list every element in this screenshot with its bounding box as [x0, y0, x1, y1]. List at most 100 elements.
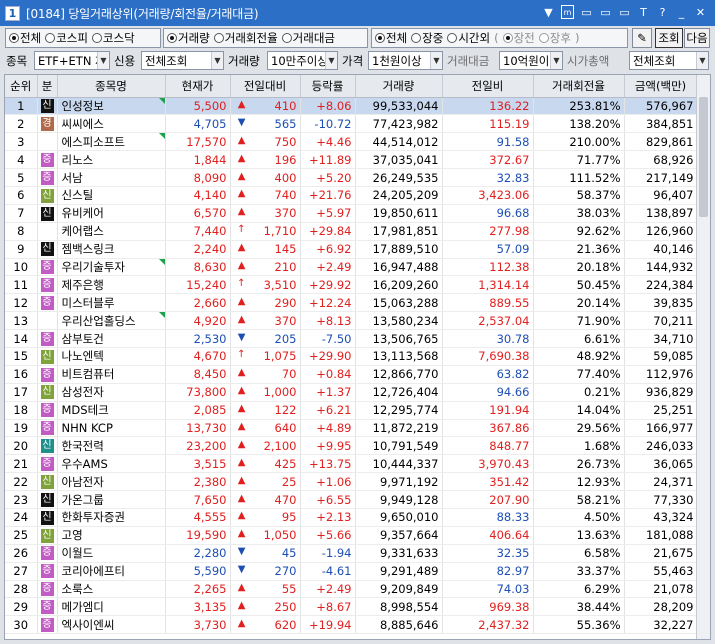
stock-name-cell[interactable]: MDS테크	[57, 401, 166, 420]
item-select[interactable]: ETF+ETN 제 ▼	[34, 51, 110, 70]
table-row[interactable]: 29 증 메가엠디 3,135 ▲ 250 +8.67 8,998,554 969.38 38.4…	[5, 597, 698, 617]
copy-icon[interactable]: ▭	[618, 5, 631, 19]
table-row[interactable]: 2 경 씨씨에스 4,705 ▼ 565 -10.72 77,423,982 115.19 138…	[5, 114, 698, 134]
stock-name-cell[interactable]: 나노엔텍	[57, 347, 166, 366]
table-row[interactable]: 26 증 이월드 2,280 ▼ 45 -1.94 9,331,633 32.35 6.58% 21…	[5, 544, 698, 563]
stock-name-cell[interactable]: 코리아에프티	[57, 562, 166, 581]
stock-name-cell[interactable]: 소룩스	[57, 580, 166, 599]
volume-select[interactable]: 10만주이상 ▼	[267, 51, 338, 70]
table-row[interactable]: 9 신 젬백스링크 2,240 ▲ 145 +6.92 17,889,510 57.09 21.3…	[5, 240, 698, 259]
table-row[interactable]: 28 증 소룩스 2,265 ▲ 55 +2.49 9,209,849 74.03 6.29% 21…	[5, 580, 698, 599]
session-radio-all[interactable]: 전체	[375, 30, 407, 46]
stock-name-cell[interactable]: 아남전자	[57, 472, 166, 492]
table-row[interactable]: 23 신 가온그룹 7,650 ▲ 470 +6.55 9,949,128 207.90 58.2…	[5, 490, 698, 509]
credit-select[interactable]: 전체조회 ▼	[141, 51, 224, 70]
col-header-change[interactable]: 전일대비	[230, 75, 301, 98]
stock-name-cell[interactable]: 엑사이엔씨	[57, 615, 166, 635]
table-row[interactable]: 14 증 삼부토건 2,530 ▼ 205 -7.50 13,506,765 30.78 6.61…	[5, 329, 698, 348]
table-row[interactable]: 18 증 MDS테크 2,085 ▲ 122 +6.21 12,295,774 191.94 14…	[5, 401, 698, 420]
table-row[interactable]: 30 증 엑사이엔씨 3,730 ▲ 620 +19.94 8,885,646 2,437.32…	[5, 615, 698, 635]
col-header-amount[interactable]: 금액(백만)	[624, 75, 698, 98]
table-row[interactable]: 3 에스피소프트 17,570 ▲ 750 +4.46 44,514,012 91.58 210…	[5, 132, 698, 152]
col-header-rate[interactable]: 등락률	[300, 75, 356, 98]
stock-name-cell[interactable]: 한화투자증권	[57, 508, 166, 527]
table-row[interactable]: 4 증 리노스 1,844 ▲ 196 +11.89 37,035,041 372.67 71.7…	[5, 150, 698, 170]
stock-name-cell[interactable]: 제주은행	[57, 275, 166, 295]
market-radio-kospi[interactable]: 코스피	[45, 30, 88, 46]
table-row[interactable]: 12 증 미스터블루 2,660 ▲ 290 +12.24 15,063,288 889.55 2…	[5, 293, 698, 313]
amount-select[interactable]: 10억원이상 ▼	[499, 51, 563, 70]
session-radio-intraday[interactable]: 장중	[411, 30, 443, 46]
col-header-price[interactable]: 현재가	[165, 75, 231, 98]
table-row[interactable]: 19 증 NHN KCP 13,730 ▲ 640 +4.89 11,872,219 367.8…	[5, 419, 698, 438]
table-row[interactable]: 17 신 삼성전자 73,800 ▲ 1,000 +1.37 12,726,404 94.66 0…	[5, 383, 698, 402]
market-cap-select[interactable]: 전체조회 ▼	[629, 51, 709, 70]
table-row[interactable]: 7 신 유비케어 6,570 ▲ 370 +5.97 19,850,611 96.68 38.03…	[5, 204, 698, 223]
print-icon[interactable]: ▭	[599, 5, 612, 19]
stock-name-cell[interactable]: 리노스	[57, 150, 166, 170]
stock-name-cell[interactable]: 이월드	[57, 544, 166, 563]
price-select[interactable]: 1천원이상 ▼	[368, 51, 443, 70]
table-row[interactable]: 27 증 코리아에프티 5,590 ▼ 270 -4.61 9,291,489 82.97 33.…	[5, 562, 698, 581]
next-button[interactable]: 다음	[684, 28, 710, 48]
market-radio-all[interactable]: 전체	[9, 30, 41, 46]
stock-name-cell[interactable]: 우수AMS	[57, 454, 166, 474]
stock-name-cell[interactable]: 씨씨에스	[57, 114, 166, 134]
query-button[interactable]: 조회	[655, 28, 683, 48]
pin-button[interactable]: ✎	[632, 28, 652, 48]
stock-name-cell[interactable]: 미스터블루	[57, 293, 166, 313]
font-size-icon[interactable]: T	[637, 5, 650, 19]
col-header-name[interactable]: 종목명	[57, 75, 166, 98]
stock-name-cell[interactable]: 유비케어	[57, 204, 166, 223]
table-row[interactable]: 10 증 우리기술투자 8,630 ▲ 210 +2.49 16,947,488 112.38 2…	[5, 258, 698, 277]
session-radio-afterhours[interactable]: 시간외	[447, 30, 490, 46]
table-row[interactable]: 1 신 인성정보 5,500 ▲ 410 +8.06 99,533,044 136.22 253.…	[5, 97, 698, 116]
stock-name-cell[interactable]: 인성정보	[57, 97, 166, 116]
stock-name-cell[interactable]: 가온그룹	[57, 490, 166, 509]
memo-icon[interactable]: m	[561, 5, 574, 19]
table-row[interactable]: 11 증 제주은행 15,240 ↑ 3,510 +29.92 16,209,260 1,314…	[5, 275, 698, 295]
stock-name-cell[interactable]: 에스피소프트	[57, 132, 166, 152]
col-header-prev-ratio[interactable]: 전일비	[442, 75, 534, 98]
sort-radio-amount[interactable]: 거래대금	[281, 30, 335, 46]
table-row[interactable]: 15 신 나노엔텍 4,670 ↑ 1,075 +29.90 13,113,568 7,690.…	[5, 347, 698, 366]
stock-name-cell[interactable]: 젬백스링크	[57, 240, 166, 259]
link-window-icon[interactable]: ▭	[580, 5, 593, 19]
scrollbar-thumb[interactable]	[699, 97, 708, 217]
col-header-category[interactable]: 분	[37, 75, 58, 98]
help-icon[interactable]: ?	[656, 5, 669, 19]
table-row[interactable]: 25 신 고영 19,590 ▲ 1,050 +5.66 9,357,664 406.64 13.…	[5, 526, 698, 545]
col-header-volume[interactable]: 거래량	[355, 75, 443, 98]
table-row[interactable]: 13 우리산업홀딩스 4,920 ▲ 370 +8.13 13,580,234 2,537.0…	[5, 311, 698, 331]
stock-name-cell[interactable]: 고영	[57, 526, 166, 545]
stock-name-cell[interactable]: 삼성전자	[57, 383, 166, 402]
stock-name-cell[interactable]: 비트컴퓨터	[57, 365, 166, 384]
stock-name-cell[interactable]: 케어랩스	[57, 222, 166, 241]
minimize-icon[interactable]: _	[675, 5, 688, 19]
market-radio-kosdaq[interactable]: 코스닥	[91, 30, 135, 46]
close-icon[interactable]: ✕	[694, 5, 707, 19]
sort-radio-turnover[interactable]: 거래회전율	[213, 30, 278, 46]
table-row[interactable]: 5 증 서남 8,090 ▲ 400 +5.20 26,249,535 32.83 111.52%…	[5, 168, 698, 187]
stock-name-cell[interactable]: NHN KCP	[57, 419, 166, 438]
stock-name-cell[interactable]: 우리산업홀딩스	[57, 311, 166, 331]
vertical-scrollbar[interactable]	[696, 75, 710, 639]
table-row[interactable]: 21 증 우수AMS 3,515 ▲ 425 +13.75 10,444,337 3,970.4…	[5, 454, 698, 474]
table-row[interactable]: 24 신 한화투자증권 4,555 ▲ 95 +2.13 9,650,010 88.33 4.50…	[5, 508, 698, 527]
stock-name-cell[interactable]: 메가엠디	[57, 597, 166, 617]
table-row[interactable]: 22 신 아남전자 2,380 ▲ 25 +1.06 9,971,192 351.42 12.93…	[5, 472, 698, 492]
stock-name-cell[interactable]: 한국전력	[57, 436, 166, 456]
dropdown-arrow-icon[interactable]: ▼	[542, 5, 555, 19]
col-header-rank[interactable]: 순위	[5, 75, 38, 98]
stock-name-cell[interactable]: 신스틸	[57, 186, 166, 205]
stock-name-cell[interactable]: 서남	[57, 168, 166, 187]
table-row[interactable]: 8 케어랩스 7,440 ↑ 1,710 +29.84 17,981,851 277.98 92…	[5, 222, 698, 241]
stock-name-cell[interactable]: 우리기술투자	[57, 258, 166, 277]
stock-name-cell[interactable]: 삼부토건	[57, 329, 166, 348]
category-cell: 증	[37, 419, 58, 438]
col-header-turnover[interactable]: 거래회전율	[533, 75, 625, 98]
table-row[interactable]: 16 증 비트컴퓨터 8,450 ▲ 70 +0.84 12,866,770 63.82 77.4…	[5, 365, 698, 384]
table-row[interactable]: 20 신 한국전력 23,200 ▲ 2,100 +9.95 10,791,549 848.77…	[5, 436, 698, 456]
sort-radio-volume[interactable]: 거래량	[167, 30, 210, 46]
table-row[interactable]: 6 신 신스틸 4,140 ▲ 740 +21.76 24,205,209 3,423.06 58…	[5, 186, 698, 205]
